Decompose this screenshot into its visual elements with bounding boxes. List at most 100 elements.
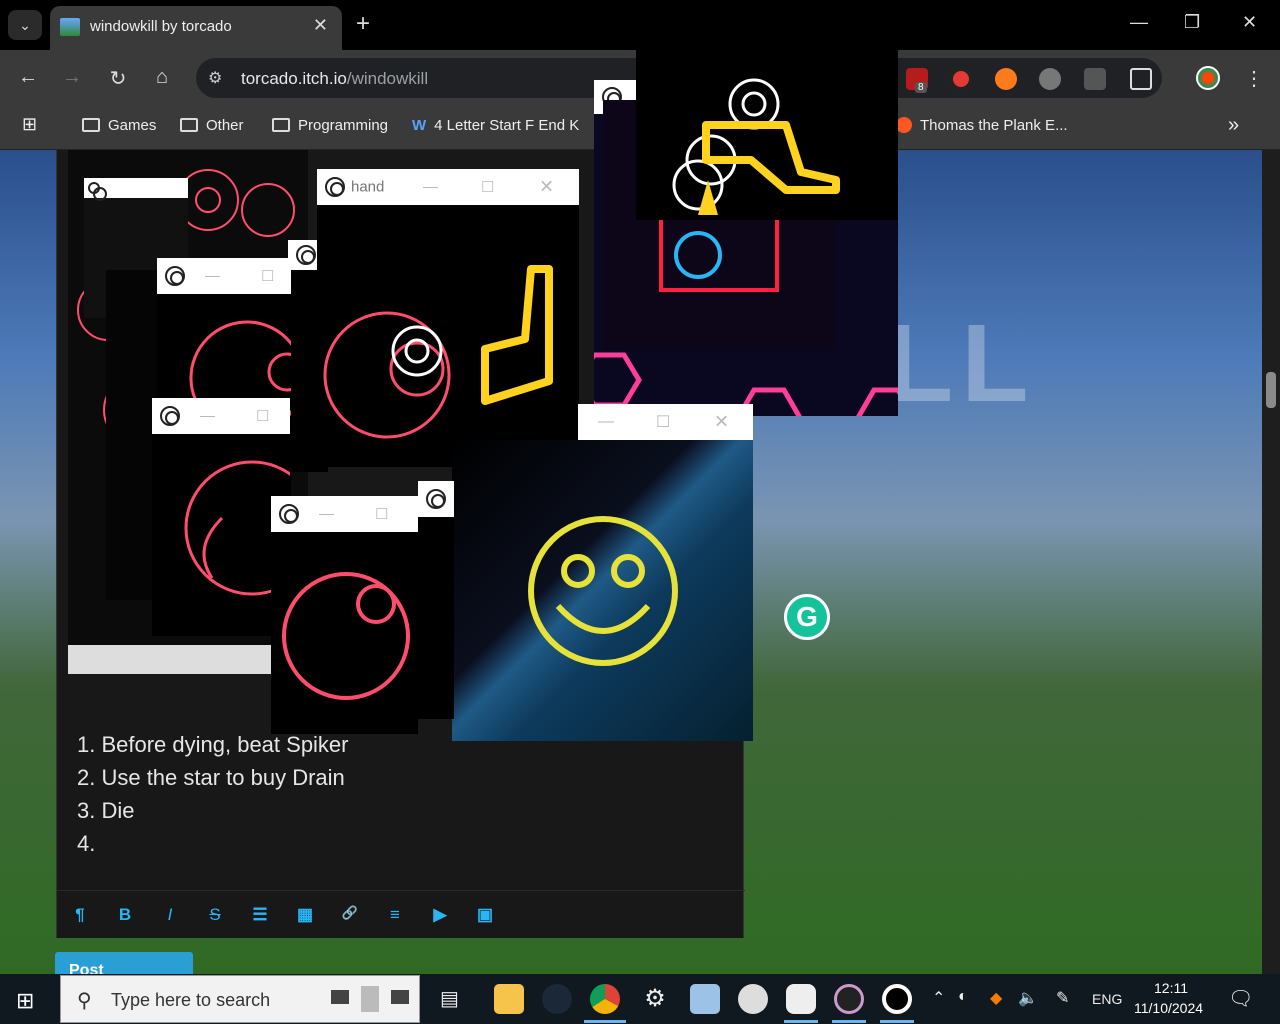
game-window-titlebar[interactable] [418,481,454,517]
maximize-button[interactable]: ☐ [656,412,670,432]
bullet-list-icon[interactable]: ☰ [248,905,272,925]
search-icon: ⚲ [77,990,92,1012]
active-app-indicator [880,1020,914,1023]
minimize-button[interactable]: — [598,413,614,431]
bold-icon[interactable]: B [113,905,137,925]
close-button[interactable]: ✕ [714,412,729,433]
hand-boss-graphic [323,265,553,439]
volume-icon[interactable]: 🔈 [1018,988,1038,1008]
site-info-icon[interactable]: ⚙ [208,68,222,88]
clock-time[interactable]: 12:11 [1154,980,1188,996]
smiley-boss-graphic [528,516,678,666]
notification-center-icon[interactable]: 🗨 [1228,986,1253,1011]
game-window-smiley[interactable] [452,440,753,741]
bookmark-label: Games [108,117,157,134]
windowkill-icon[interactable] [882,984,912,1014]
post-comment-button[interactable]: Post comment [55,952,193,974]
table-icon[interactable]: ▦ [293,905,317,925]
app-tray-icon[interactable]: ◆ [990,988,1002,1008]
game-window-enemy[interactable]: — ☐ [271,496,418,734]
comment-editor[interactable]: 1. Before dying, beat Spiker 2. Use the … [77,728,349,860]
scrollbar-thumb[interactable] [1266,372,1276,408]
bookmarks-overflow-button[interactable]: » [1228,114,1239,137]
back-button[interactable]: ← [16,66,40,89]
grammarly-icon[interactable]: G [784,594,830,640]
extension-icon[interactable] [1084,68,1106,90]
game-window-enemy[interactable]: — ☐ [152,398,290,636]
active-app-indicator [784,1020,818,1023]
bookmark-reddit[interactable]: Thomas the Plank E... [896,117,1068,134]
video-embed-icon[interactable]: ▶ [428,905,452,925]
game-window-sliver[interactable] [418,481,454,719]
minimize-window-button[interactable]: — [1130,12,1148,33]
close-window-button[interactable]: ✕ [1242,12,1257,33]
forward-button[interactable]: → [60,66,84,89]
game-window-titlebar-smiley[interactable]: — ☐ ✕ [578,404,753,440]
game-window-hand[interactable]: hand — ☐ ✕ [317,169,579,467]
game-window-titlebar[interactable] [84,178,188,201]
chrome-icon[interactable] [590,984,620,1014]
active-app-indicator [584,1020,626,1023]
tab-close-icon[interactable]: ✕ [313,15,328,36]
steam-icon[interactable] [542,984,572,1014]
clock-date[interactable]: 11/10/2024 [1134,1000,1203,1016]
task-view-icon[interactable]: ▤ [440,986,459,1011]
folder-icon [82,118,100,132]
ublock-badge: 8 [915,82,927,93]
settings-gear-icon[interactable]: ⚙ [640,984,670,1014]
record-extension-icon[interactable] [950,68,972,90]
profile-avatar[interactable] [1196,66,1220,90]
page-scrollbar[interactable] [1262,150,1280,974]
bookmark-label: 4 Letter Start F End K [434,117,580,134]
ring-icon [296,245,316,265]
search-highlight-icon [331,986,409,1012]
bookmark-label: Programming [298,117,389,134]
apps-grid-icon[interactable]: ⊞ [22,114,37,135]
new-tab-button[interactable]: + [356,10,370,38]
wordfinder-icon: W [412,117,427,134]
start-button[interactable]: ⊞ [16,988,34,1014]
url-path: /windowkill [346,69,429,88]
media-player-icon[interactable] [834,984,864,1014]
tab-windowkill[interactable]: windowkill by torcado ✕ [50,6,342,50]
bookmark-folder-games[interactable]: Games [82,117,156,134]
align-icon[interactable]: ≡ [383,905,407,925]
input-language[interactable]: ENG [1092,991,1122,1007]
strikethrough-icon[interactable]: S [203,905,227,925]
game-window-player[interactable] [636,0,898,220]
url-host: torcado.itch.io [241,69,347,88]
bookmark-wordfinder[interactable]: W 4 Letter Start F End K [412,117,579,134]
pen-icon[interactable]: ✎ [1056,988,1069,1008]
tab-title: windowkill by torcado [90,18,232,35]
restore-window-button[interactable]: ❐ [1184,12,1200,33]
url-text: torcado.itch.io/windowkill [241,69,428,89]
home-button[interactable]: ⌂ [150,66,174,89]
link-icon[interactable]: 🔗 [338,905,362,921]
list-item: 3. Die [77,798,135,823]
player-graphic [672,78,840,215]
reddit-icon [896,117,912,133]
image-insert-icon[interactable]: ▣ [473,905,497,925]
photos-icon[interactable] [690,984,720,1014]
tab-search-button[interactable]: ⌄ [8,10,42,40]
steam-tray-icon[interactable]: ◐ [958,988,968,1006]
paragraph-icon[interactable]: ¶ [68,905,92,925]
ring-icon [88,182,107,201]
grammarly-extension-icon[interactable] [1039,68,1061,90]
reload-button[interactable]: ↻ [106,66,130,91]
tab-favicon-icon [60,18,80,36]
honey-extension-icon[interactable] [995,68,1017,90]
italic-icon[interactable]: I [158,905,182,925]
bookmark-folder-programming[interactable]: Programming [272,117,388,134]
search-placeholder: Type here to search [111,990,271,1010]
more-menu-icon[interactable]: ⋮ [1244,66,1264,91]
file-explorer-icon[interactable] [494,984,524,1014]
bookmark-label: Thomas the Plank E... [920,117,1068,134]
taskbar-search-box[interactable]: ⚲ Type here to search [60,975,420,1023]
bookmark-folder-other[interactable]: Other [180,117,244,134]
discord-icon[interactable] [786,984,816,1014]
tray-overflow-icon[interactable]: ⌃ [932,988,945,1008]
list-item: 2. Use the star to buy Drain [77,765,345,790]
puzzle-extensions-icon[interactable] [1130,68,1152,90]
alarm-clock-icon[interactable] [738,984,768,1014]
